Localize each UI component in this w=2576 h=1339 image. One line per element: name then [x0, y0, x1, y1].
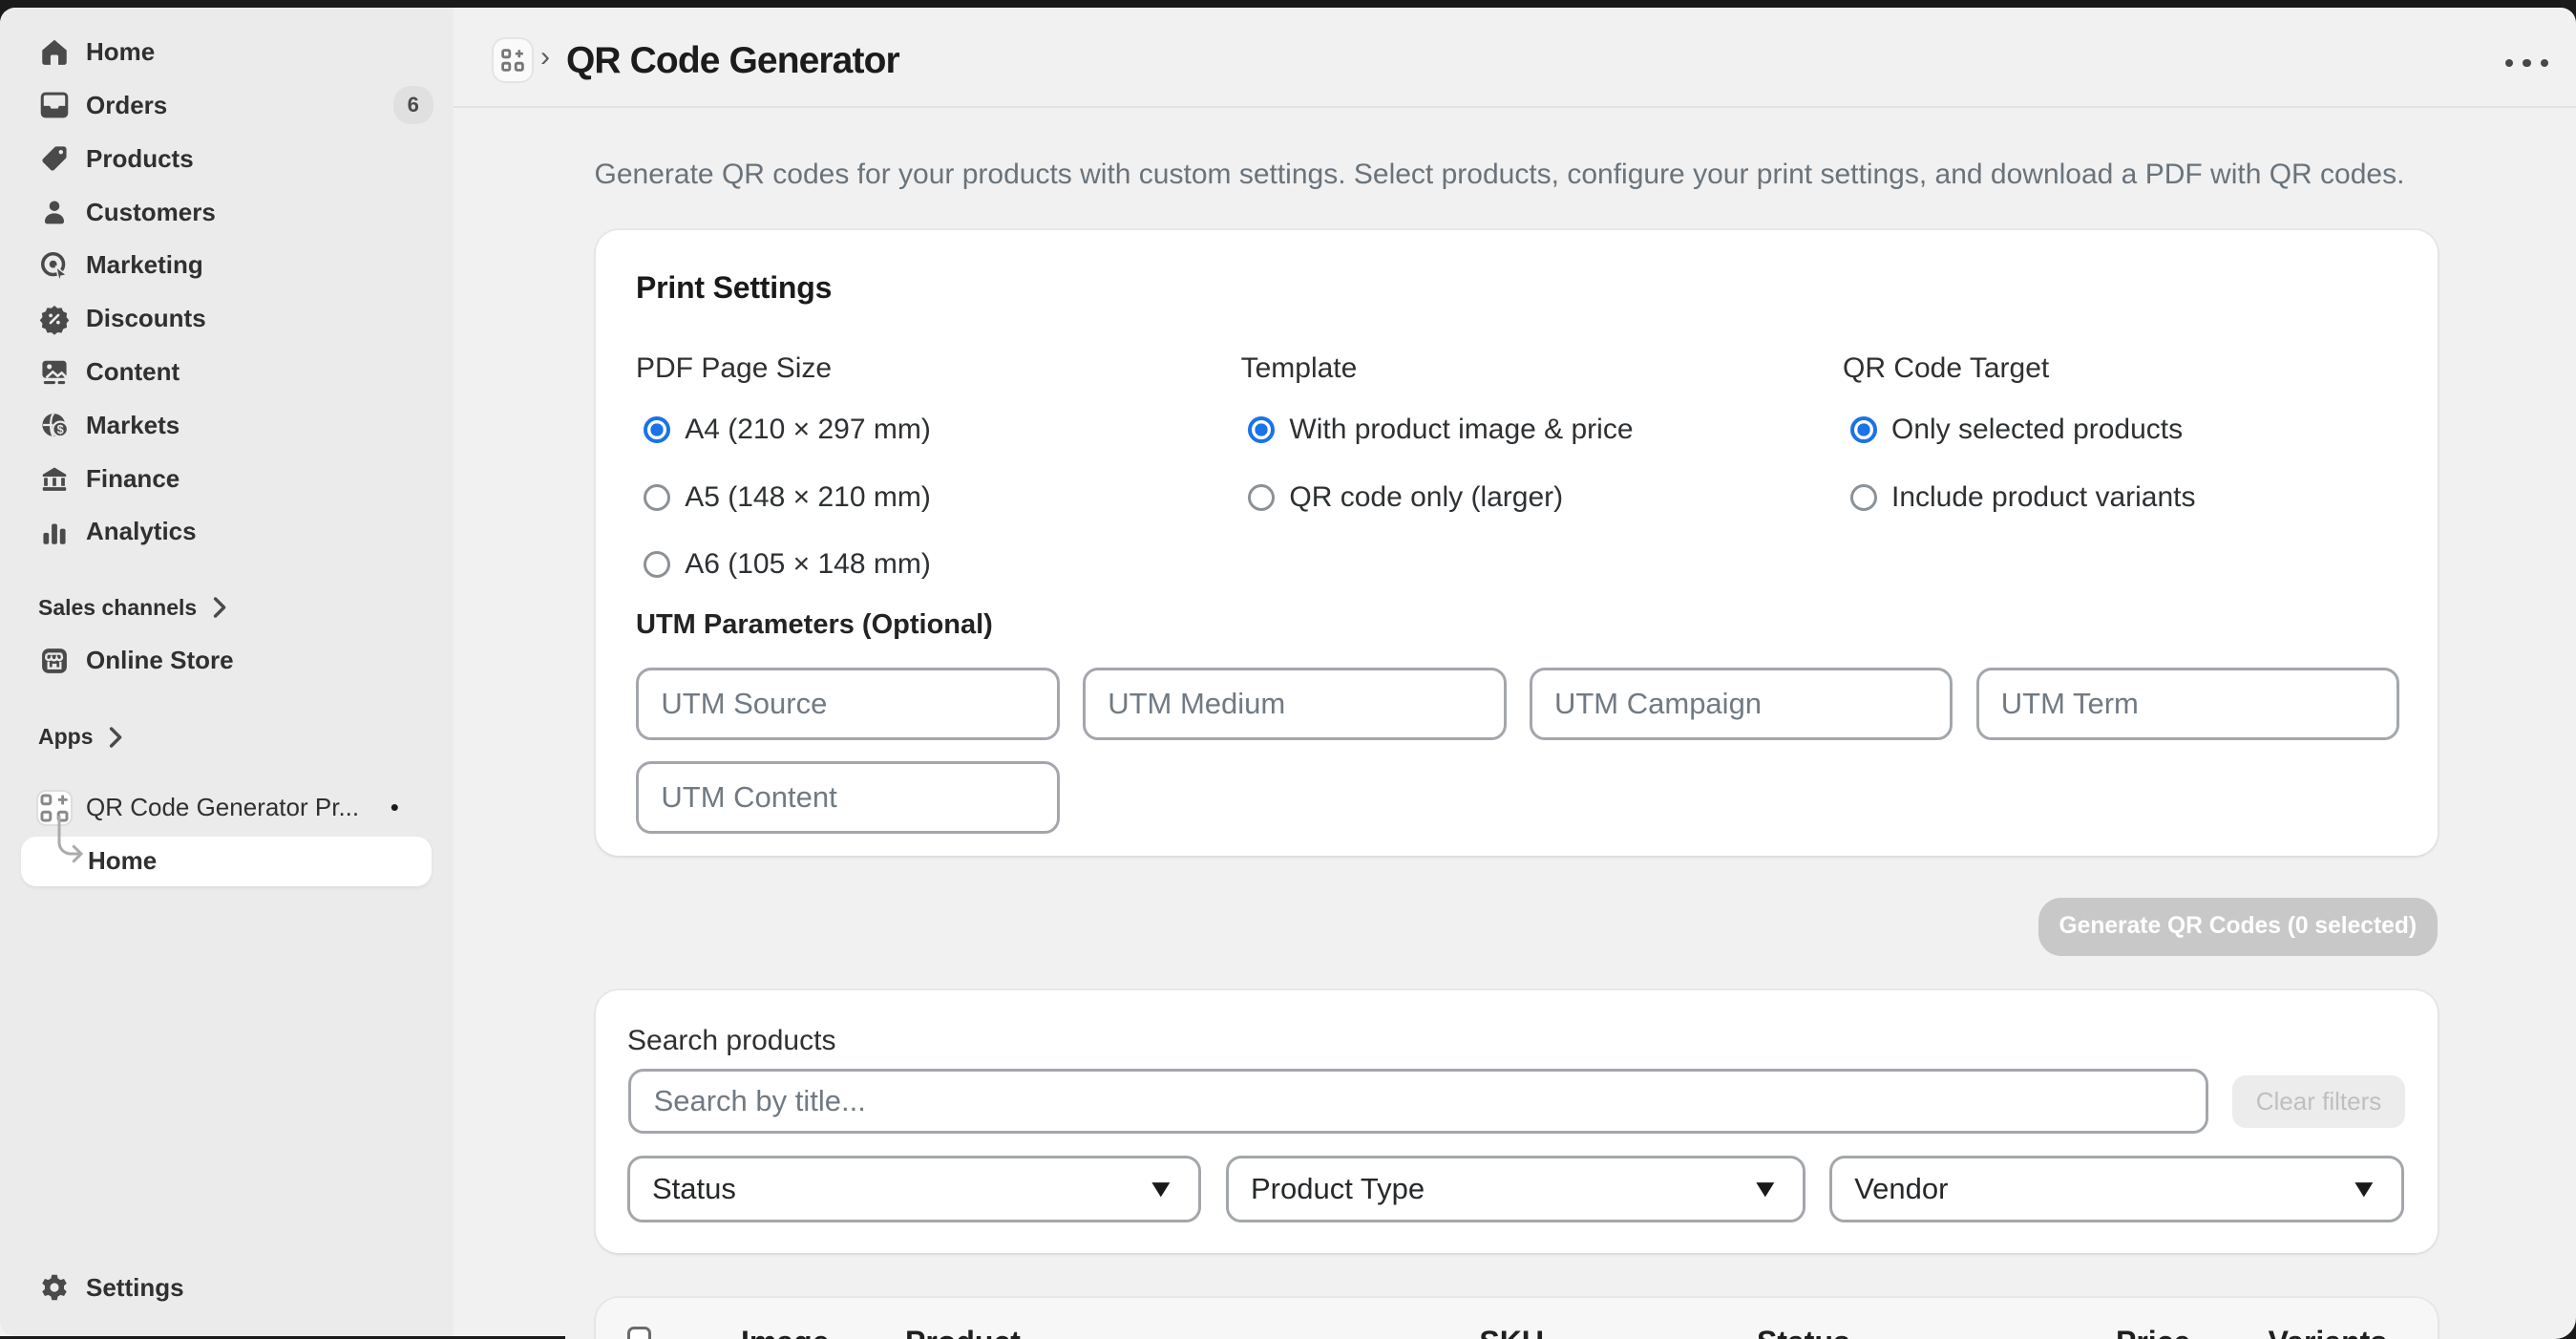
svg-text:$: $: [57, 422, 64, 436]
